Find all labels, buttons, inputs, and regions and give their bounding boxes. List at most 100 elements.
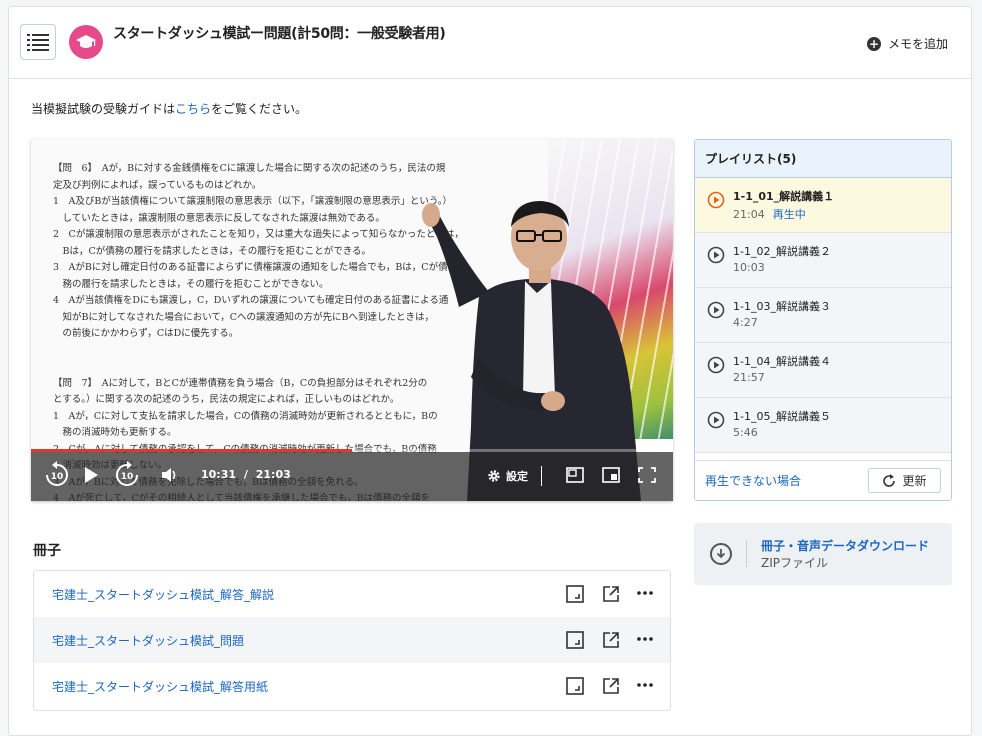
playlist-item[interactable]: 1-1_04_解説講義４ 21:57 — [695, 343, 951, 398]
playlist-footer: 再生できない場合 更新 — [695, 460, 951, 500]
playlist-item-duration-line: 4:27 — [733, 316, 758, 329]
graduation-cap-icon — [69, 25, 103, 59]
rewind-10-label: 10 — [51, 472, 64, 482]
player-controls: 10 10 10:31 / 21:03 設定 — [31, 452, 673, 501]
volume-button[interactable] — [161, 466, 179, 484]
booklet-link[interactable]: 宅建士_スタートダッシュ模試_問題 — [52, 632, 244, 649]
play-button[interactable] — [83, 466, 99, 484]
refresh-button[interactable]: 更新 — [868, 468, 941, 493]
playlist-item-duration-line: 21:57 — [733, 371, 765, 384]
forward-10-icon: 10 — [116, 461, 138, 486]
refresh-label: 更新 — [902, 474, 927, 488]
playlist-title: プレイリスト(5) — [695, 140, 951, 178]
forward-10-label: 10 — [121, 472, 134, 482]
playlist-item-duration: 10:03 — [733, 261, 765, 274]
booklets-list: 宅建士_スタートダッシュ模試_解答_解説 宅建士_スタートダッシュ模試_問題宅建士… — [33, 570, 671, 711]
settings-label: 設定 — [506, 470, 528, 483]
download-icon — [710, 543, 732, 565]
download-divider — [746, 541, 747, 567]
external-link-icon — [603, 678, 619, 694]
more-horizontal-icon — [637, 637, 653, 641]
picture-in-picture-button[interactable] — [566, 467, 584, 483]
guide-link[interactable]: こちら — [175, 102, 211, 116]
list-menu-button[interactable] — [20, 24, 56, 60]
booklet-row: 宅建士_スタートダッシュ模試_解答用紙 — [34, 663, 670, 709]
playlist-item-title: 1-1_05_解説講義５ — [733, 410, 831, 423]
controls-divider — [541, 466, 542, 486]
booklet-link[interactable]: 宅建士_スタートダッシュ模試_解答_解説 — [52, 586, 274, 603]
playlist-item[interactable]: 1-1_02_解説講義２ 10:03 — [695, 233, 951, 288]
fullscreen-button[interactable] — [638, 467, 656, 483]
external-link-icon — [603, 586, 619, 602]
booklet-link[interactable]: 宅建士_スタートダッシュ模試_解答用紙 — [52, 678, 268, 695]
page-title: スタートダッシュ模試ー問題(計50問：一般受験者用) — [113, 26, 446, 42]
gear-icon — [488, 470, 500, 482]
open-new-window-button[interactable] — [602, 677, 620, 698]
more-options-button[interactable] — [636, 630, 654, 651]
preview-button[interactable] — [566, 631, 584, 652]
playlist-item-duration-line: 5:46 — [733, 426, 758, 439]
booklet-row: 宅建士_スタートダッシュ模試_解答_解説 — [34, 571, 670, 617]
play-circle-icon — [707, 246, 725, 264]
expand-icon — [566, 677, 584, 695]
slide-line: 定及び判例によれば，誤っているものはどれか。 — [53, 179, 262, 191]
playlist-item-title: 1-1_04_解説講義４ — [733, 355, 831, 368]
plus-circle-icon: + — [867, 36, 881, 51]
more-horizontal-icon — [637, 591, 653, 595]
total-duration: 21:03 — [255, 468, 291, 481]
guide-text-after: をご覧ください。 — [211, 102, 308, 116]
forward-10-button[interactable]: 10 — [113, 461, 141, 489]
header-bar: スタートダッシュ模試ー問題(計50問：一般受験者用) + メモを追加 — [9, 7, 971, 79]
video-player[interactable]: 【問 6】 Aが，Bに対する金銭債権をCに譲渡した場合に関する次の記述のうち，民… — [31, 139, 673, 501]
booklets-heading: 冊子 — [33, 543, 61, 559]
list-icon — [27, 34, 49, 51]
rewind-10-icon: 10 — [46, 461, 68, 486]
preview-button[interactable] — [566, 585, 584, 606]
refresh-icon — [883, 473, 896, 487]
playlist-item-duration: 21:57 — [733, 371, 765, 384]
playlist-item-duration-line: 10:03 — [733, 261, 765, 274]
external-link-icon — [603, 632, 619, 648]
expand-icon — [566, 631, 584, 649]
now-playing-badge: 再生中 — [772, 208, 806, 221]
more-options-button[interactable] — [636, 676, 654, 697]
playlist-item-title: 1-1_02_解説講義２ — [733, 245, 831, 258]
slide-line: 【問 6】 Aが，Bに対する金銭債権をCに譲渡した場合に関する次の記述のうち，民… — [53, 163, 446, 174]
playlist-item-title: 1-1_03_解説講義３ — [733, 300, 831, 313]
time-separator: / — [243, 468, 248, 481]
rewind-10-button[interactable]: 10 — [43, 461, 71, 489]
open-new-window-button[interactable] — [602, 631, 620, 652]
cannot-play-link[interactable]: 再生できない場合 — [705, 472, 801, 489]
download-title[interactable]: 冊子・音声データダウンロード — [761, 537, 929, 554]
open-new-window-button[interactable] — [602, 585, 620, 606]
playlist-item[interactable]: 1-1_01_解説講義１ 21:04 再生中 — [695, 178, 951, 233]
add-memo-button[interactable]: + メモを追加 — [867, 35, 948, 52]
playlist-item[interactable]: 1-1_03_解説講義３ 4:27 — [695, 288, 951, 343]
playlist-item-title: 1-1_01_解説講義１ — [733, 190, 835, 203]
current-time: 10:31 — [201, 468, 237, 481]
play-circle-icon — [707, 191, 725, 209]
add-memo-label: メモを追加 — [888, 37, 949, 51]
settings-button[interactable]: 設定 — [487, 468, 528, 484]
play-circle-icon — [707, 301, 725, 319]
play-circle-icon — [707, 356, 725, 374]
time-display: 10:31 / 21:03 — [201, 468, 291, 481]
download-subtitle: ZIPファイル — [761, 556, 828, 570]
more-options-button[interactable] — [636, 584, 654, 605]
picture-in-picture-icon — [566, 467, 584, 483]
download-panel[interactable]: 冊子・音声データダウンロード ZIPファイル — [694, 523, 952, 585]
theater-mode-button[interactable] — [602, 467, 620, 483]
playlist-item-duration: 21:04 — [733, 208, 765, 221]
playlist-panel: プレイリスト(5) 1-1_01_解説講義１ 21:04 再生中 1-1_02_解説講… — [694, 139, 952, 501]
guide-text-before: 当模擬試験の受験ガイドは — [31, 102, 176, 116]
more-horizontal-icon — [637, 683, 653, 687]
play-icon — [85, 467, 98, 483]
play-circle-icon — [707, 411, 725, 429]
preview-button[interactable] — [566, 677, 584, 698]
fullscreen-icon — [638, 467, 656, 483]
playlist-item-duration: 4:27 — [733, 316, 758, 329]
booklet-row: 宅建士_スタートダッシュ模試_問題 — [34, 617, 670, 663]
playlist-items: 1-1_01_解説講義１ 21:04 再生中 1-1_02_解説講義２ 10:03 1-1… — [695, 178, 951, 453]
main-card: スタートダッシュ模試ー問題(計50問：一般受験者用) + メモを追加 当模擬試験… — [8, 6, 972, 736]
playlist-item[interactable]: 1-1_05_解説講義５ 5:46 — [695, 398, 951, 453]
